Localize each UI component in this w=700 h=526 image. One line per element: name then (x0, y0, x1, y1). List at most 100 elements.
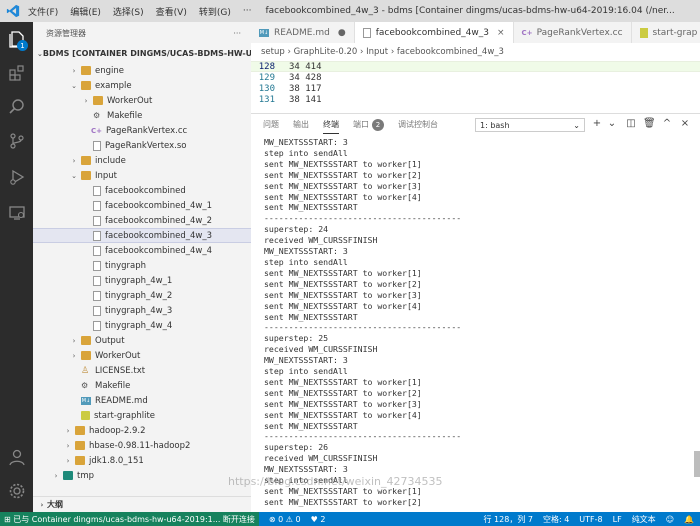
tab-debug-console[interactable]: 调试控制台 (398, 119, 438, 130)
tree-item[interactable]: tinygraph (33, 258, 251, 273)
editor-tab[interactable]: start-grap (632, 22, 700, 43)
cpp-file-icon: C+ (91, 126, 103, 135)
tree-item[interactable]: tinygraph_4w_1 (33, 273, 251, 288)
workspace-root[interactable]: ⌄ BDMS [CONTAINER DINGMS/UCAS-BDMS-HW-U6… (33, 44, 251, 63)
code-line[interactable]: 130 38 117 (251, 83, 700, 94)
tree-item[interactable]: ♙ LICENSE.txt (33, 363, 251, 378)
new-terminal-icon[interactable]: + (591, 118, 603, 129)
tree-item[interactable]: › WorkerOut (33, 93, 251, 108)
terminal-line: sent MW_NEXTSSSTART (264, 420, 358, 431)
menu-view[interactable]: 查看(V) (156, 5, 187, 18)
more-actions-icon[interactable]: ··· (233, 29, 241, 38)
tree-item[interactable]: › tmp (33, 468, 251, 483)
tab-ports[interactable]: 端口 2 (353, 118, 384, 131)
code-text: 34 414 (289, 61, 322, 72)
tree-item[interactable]: ⚙ Makefile (33, 378, 251, 393)
cursor-position[interactable]: 行 128，列 7 (484, 514, 533, 525)
code-view[interactable]: 128 34 414 129 34 428 130 38 117 131 38 141 (251, 61, 700, 121)
tree-item[interactable]: ⌄ Input (33, 168, 251, 183)
tree-item[interactable]: › include (33, 153, 251, 168)
terminal-select-value: 1: bash (480, 120, 510, 130)
terminal-line: superstep: 25 (264, 333, 329, 344)
tab-output[interactable]: 输出 (293, 119, 309, 130)
encoding-status[interactable]: UTF-8 (579, 515, 602, 524)
editor-tab[interactable]: M↓ README.md ● (251, 22, 355, 43)
tree-item-label: Input (95, 170, 118, 181)
code-line[interactable]: 128 34 414 (251, 61, 700, 72)
tree-item[interactable]: ⚙ Makefile (33, 108, 251, 123)
menu-more[interactable]: ··· (243, 6, 252, 16)
remote-status[interactable]: ⊞ 已与 Container dingms/ucas-bdms-hw-u64-2… (0, 512, 259, 526)
tree-item[interactable]: facebookcombined_4w_1 (33, 198, 251, 213)
tree-item[interactable]: PageRankVertex.so (33, 138, 251, 153)
terminal-line: MW_NEXTSSSTART: 3 (264, 355, 348, 366)
tree-item[interactable]: › hbase-0.98.11-hadoop2 (33, 438, 251, 453)
tab-problems[interactable]: 问题 (263, 119, 279, 130)
tree-item[interactable]: facebookcombined_4w_3 (33, 228, 251, 243)
feedback-icon[interactable]: ☺ (666, 515, 674, 524)
source-control-icon[interactable] (6, 130, 27, 151)
settings-gear-icon[interactable] (6, 480, 27, 501)
outline-section[interactable]: › 大纲 (33, 496, 251, 512)
indentation-status[interactable]: 空格: 4 (543, 514, 569, 525)
close-icon[interactable]: × (497, 28, 505, 38)
tree-item[interactable]: › jdk1.8.0_151 (33, 453, 251, 468)
maximize-panel-icon[interactable]: ^ (661, 118, 673, 129)
tree-item[interactable]: facebookcombined (33, 183, 251, 198)
search-icon[interactable] (6, 96, 27, 117)
code-line[interactable]: 131 38 141 (251, 94, 700, 105)
tree-item[interactable]: facebookcombined_4w_2 (33, 213, 251, 228)
editor-tab-label: facebookcombined_4w_3 (375, 27, 489, 38)
tree-item-label: tinygraph_4w_3 (105, 305, 173, 316)
terminal-line: received WM_CURSSFINISH (264, 344, 378, 355)
remote-explorer-icon[interactable] (6, 202, 27, 223)
terminal-select[interactable]: 1: bash ⌄ (475, 118, 585, 132)
tree-item[interactable]: start-graphlite (33, 408, 251, 423)
tree-item[interactable]: tinygraph_4w_2 (33, 288, 251, 303)
outline-label: 大纲 (47, 500, 63, 509)
unsaved-dot-icon[interactable]: ● (338, 28, 346, 38)
tab-ports-label: 端口 (353, 119, 369, 129)
language-status[interactable]: 纯文本 (632, 514, 656, 525)
tree-item[interactable]: tinygraph_4w_3 (33, 303, 251, 318)
menu-file[interactable]: 文件(F) (28, 5, 58, 18)
vscode-logo-icon (6, 4, 20, 18)
editor-tab[interactable]: facebookcombined_4w_3 × (354, 22, 514, 43)
line-number: 131 (258, 94, 275, 105)
terminal-scrollbar[interactable] (694, 451, 700, 477)
tree-item[interactable]: M↓ README.md (33, 393, 251, 408)
notifications-icon[interactable]: 🔔 (684, 515, 694, 524)
account-icon[interactable] (6, 446, 27, 467)
trash-icon[interactable]: 🗑 (643, 118, 656, 129)
tree-item[interactable]: › hadoop-2.9.2 (33, 423, 251, 438)
menu-selection[interactable]: 选择(S) (113, 5, 144, 18)
close-panel-icon[interactable]: × (679, 118, 691, 129)
problems-status[interactable]: ⊗ 0 ⚠ 0 (269, 515, 301, 524)
editor-tab[interactable]: C+ PageRankVertex.cc (514, 22, 632, 43)
tree-item[interactable]: C+ PageRankVertex.cc (33, 123, 251, 138)
tab-terminal[interactable]: 终端 (323, 119, 339, 134)
terminal-output[interactable]: MW_NEXTSSSTART: 3 step into sendAll sent M… (264, 137, 692, 511)
menu-edit[interactable]: 编辑(E) (70, 5, 101, 18)
chevron-down-icon[interactable]: ⌄ (606, 118, 618, 129)
tree-item[interactable]: ⌄ example (33, 78, 251, 93)
run-debug-icon[interactable] (6, 166, 27, 187)
file-icon (93, 140, 101, 151)
chevron-right-icon: › (66, 426, 70, 435)
terminal-line: ---------------------------------------- (264, 322, 462, 333)
menu-go[interactable]: 转到(G) (199, 5, 231, 18)
extensions-icon[interactable] (6, 62, 27, 83)
tree-item[interactable]: facebookcombined_4w_4 (33, 243, 251, 258)
file-icon (93, 275, 101, 286)
code-line[interactable]: 129 34 428 (251, 72, 700, 83)
tree-item[interactable]: › Output (33, 333, 251, 348)
breadcrumb[interactable]: setup › GraphLite-0.20 › Input › faceboo… (251, 43, 700, 61)
branch-status[interactable]: ♥ 2 (311, 515, 326, 524)
chevron-right-icon: › (66, 441, 70, 450)
tree-item[interactable]: tinygraph_4w_4 (33, 318, 251, 333)
tree-item[interactable]: › engine (33, 63, 251, 78)
eol-status[interactable]: LF (613, 515, 622, 524)
split-terminal-icon[interactable]: ◫ (625, 118, 637, 129)
tree-item[interactable]: › WorkerOut (33, 348, 251, 363)
tree-item-label: include (95, 155, 126, 166)
